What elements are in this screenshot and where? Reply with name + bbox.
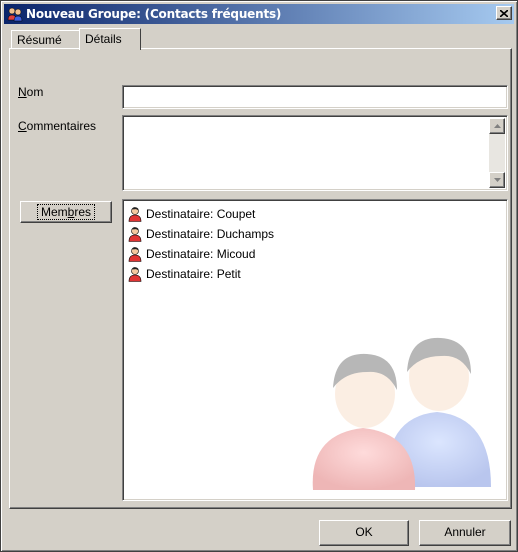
commentaires-scrollbar[interactable] [489,118,505,188]
member-label: Destinataire: Petit [146,267,241,281]
ok-button-label: OK [355,525,373,539]
details-panel: Nom Commentaires Membres Destinataire: C… [9,48,512,509]
member-label: Destinataire: Micoud [146,247,256,261]
contact-person-icon [128,207,142,222]
member-item-duchamps[interactable]: Destinataire: Duchamps [127,224,274,244]
nom-label: Nom [18,85,44,99]
group-icon [7,7,23,22]
arrow-down-icon [493,178,501,182]
title-bar[interactable]: Nouveau Groupe: (Contacts fréquents) [4,4,514,24]
arrow-up-icon [493,124,501,128]
scroll-down-button[interactable] [489,172,505,188]
contact-person-icon [128,247,142,262]
commentaires-label: Commentaires [18,119,97,133]
ok-button[interactable]: OK [319,520,409,546]
membres-button[interactable]: Membres [20,201,112,223]
scroll-up-button[interactable] [489,118,505,134]
group-watermark-icon [312,337,491,490]
membres-button-label: Membres [36,204,96,220]
member-item-coupet[interactable]: Destinataire: Coupet [127,204,255,224]
contact-person-icon [128,267,142,282]
close-button[interactable] [496,6,512,20]
contact-person-icon [128,227,142,242]
dialog-window: Nouveau Groupe: (Contacts fréquents) Rés… [0,0,518,552]
close-icon [500,9,508,17]
window-title: Nouveau Groupe: (Contacts fréquents) [26,7,282,21]
members-list[interactable]: Destinataire: Coupet Destinataire: Ducha… [122,199,508,501]
tab-resume-label: Résumé [17,33,62,47]
nom-field[interactable] [122,85,508,109]
tab-details[interactable]: Détails [79,28,141,50]
member-item-petit[interactable]: Destinataire: Petit [127,264,241,284]
cancel-button[interactable]: Annuler [419,520,511,546]
member-item-micoud[interactable]: Destinataire: Micoud [127,244,255,264]
tab-resume[interactable]: Résumé [11,30,81,49]
member-label: Destinataire: Coupet [146,207,256,221]
member-label: Destinataire: Duchamps [146,227,275,241]
tab-details-label: Détails [85,32,122,46]
cancel-button-label: Annuler [444,525,486,539]
commentaires-field[interactable] [122,115,508,191]
